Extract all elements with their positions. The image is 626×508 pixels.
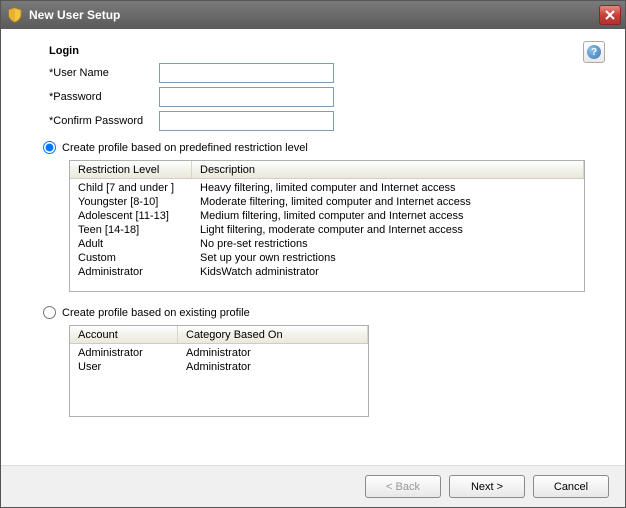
cell-category: Administrator [178, 360, 368, 374]
list-item[interactable]: CustomSet up your own restrictions [70, 251, 584, 265]
titlebar: New User Setup [1, 1, 625, 29]
cell-account: User [70, 360, 178, 374]
confirm-password-input[interactable] [159, 111, 334, 131]
option-existing-label: Create profile based on existing profile [62, 307, 250, 319]
radio-predefined[interactable] [43, 141, 56, 154]
help-icon: ? [587, 45, 601, 59]
cell-description: Moderate filtering, limited computer and… [192, 195, 584, 209]
cell-account: Administrator [70, 346, 178, 360]
cell-level: Adult [70, 237, 192, 251]
login-heading: Login [49, 45, 605, 57]
listview-header: Account Category Based On [70, 326, 368, 344]
cancel-button[interactable]: Cancel [533, 475, 609, 498]
existing-listview[interactable]: Account Category Based On AdministratorA… [69, 325, 369, 417]
password-label: *Password [49, 91, 159, 103]
option-predefined-row: Create profile based on predefined restr… [43, 141, 605, 154]
list-item[interactable]: Youngster [8-10]Moderate filtering, limi… [70, 195, 584, 209]
list-item[interactable]: AdministratorAdministrator [70, 346, 368, 360]
option-predefined-label: Create profile based on predefined restr… [62, 142, 308, 154]
col-category[interactable]: Category Based On [178, 326, 368, 343]
list-item[interactable]: Child [7 and under ]Heavy filtering, lim… [70, 181, 584, 195]
cell-description: Medium filtering, limited computer and I… [192, 209, 584, 223]
restriction-listview[interactable]: Restriction Level Description Child [7 a… [69, 160, 585, 292]
col-restriction-level[interactable]: Restriction Level [70, 161, 192, 178]
dialog-window: New User Setup ? Login *User Name *Passw… [0, 0, 626, 508]
close-button[interactable] [599, 5, 621, 25]
existing-rows: AdministratorAdministratorUserAdministra… [70, 344, 368, 376]
username-label: *User Name [49, 67, 159, 79]
cell-description: Set up your own restrictions [192, 251, 584, 265]
cell-level: Adolescent [11-13] [70, 209, 192, 223]
cell-level: Teen [14-18] [70, 223, 192, 237]
col-account[interactable]: Account [70, 326, 178, 343]
list-item[interactable]: AdministratorKidsWatch administrator [70, 265, 584, 279]
close-icon [605, 10, 615, 20]
username-input[interactable] [159, 63, 334, 83]
list-item[interactable]: AdultNo pre-set restrictions [70, 237, 584, 251]
confirm-password-label: *Confirm Password [49, 115, 159, 127]
cell-level: Youngster [8-10] [70, 195, 192, 209]
cell-description: KidsWatch administrator [192, 265, 584, 279]
radio-existing[interactable] [43, 306, 56, 319]
shield-icon [7, 7, 23, 23]
username-row: *User Name [49, 63, 605, 83]
option-existing-row: Create profile based on existing profile [43, 306, 605, 319]
list-item[interactable]: Adolescent [11-13]Medium filtering, limi… [70, 209, 584, 223]
cell-description: Heavy filtering, limited computer and In… [192, 181, 584, 195]
listview-header: Restriction Level Description [70, 161, 584, 179]
back-button[interactable]: < Back [365, 475, 441, 498]
cell-level: Custom [70, 251, 192, 265]
help-button[interactable]: ? [583, 41, 605, 63]
col-description[interactable]: Description [192, 161, 584, 178]
password-row: *Password [49, 87, 605, 107]
password-input[interactable] [159, 87, 334, 107]
cell-level: Child [7 and under ] [70, 181, 192, 195]
cell-description: No pre-set restrictions [192, 237, 584, 251]
button-bar: < Back Next > Cancel [1, 465, 625, 507]
cell-level: Administrator [70, 265, 192, 279]
cell-description: Light filtering, moderate computer and I… [192, 223, 584, 237]
confirm-password-row: *Confirm Password [49, 111, 605, 131]
list-item[interactable]: UserAdministrator [70, 360, 368, 374]
content-area: ? Login *User Name *Password *Confirm Pa… [1, 29, 625, 465]
cell-category: Administrator [178, 346, 368, 360]
restriction-rows: Child [7 and under ]Heavy filtering, lim… [70, 179, 584, 281]
list-item[interactable]: Teen [14-18]Light filtering, moderate co… [70, 223, 584, 237]
window-title: New User Setup [29, 8, 599, 22]
next-button[interactable]: Next > [449, 475, 525, 498]
